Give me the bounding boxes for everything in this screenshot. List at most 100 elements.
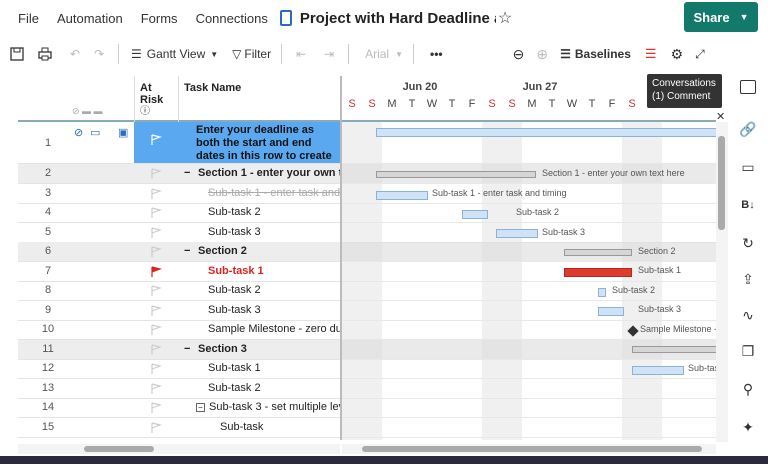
table-row[interactable]: 5 Sub-task 3 — [18, 223, 340, 243]
undo-icon[interactable]: ↶ — [66, 47, 84, 61]
at-risk-flag-icon[interactable] — [150, 266, 162, 278]
task-name-cell[interactable]: − Section 2 — [184, 245, 340, 257]
row-number[interactable]: 9 — [18, 304, 78, 316]
filter-button[interactable]: ▽ Filter — [232, 47, 271, 61]
task-name-cell[interactable]: Sample Milestone - zero duration — [208, 323, 340, 335]
zoom-in-icon[interactable]: ⊕ — [536, 46, 548, 63]
task-bar[interactable] — [462, 210, 488, 219]
section-bar[interactable] — [564, 249, 632, 256]
print-icon[interactable] — [36, 47, 54, 61]
expand-icon[interactable]: ⤢ — [695, 47, 705, 62]
task-name-cell[interactable]: Sub-task 2 — [208, 206, 340, 218]
task-name-cell[interactable]: Sub-task 1 - enter task and timing — [208, 187, 340, 199]
menu-connections[interactable]: Connections — [196, 11, 268, 26]
table-row[interactable]: 9 Sub-task 3 — [18, 301, 340, 321]
at-risk-flag-icon[interactable] — [150, 324, 162, 336]
publish-icon[interactable]: B↓ — [737, 194, 759, 216]
row-number[interactable]: 3 — [18, 187, 78, 199]
save-icon[interactable] — [8, 47, 26, 61]
table-row[interactable]: 1 ⊘ ▭ ▣ Enter your deadline as both the star… — [18, 122, 340, 175]
share-button[interactable]: Share ▼ — [684, 2, 758, 32]
at-risk-flag-icon[interactable] — [150, 383, 162, 395]
comment-icon[interactable]: ▭ — [90, 126, 100, 139]
collapse-icon[interactable]: − — [196, 403, 205, 413]
row-number[interactable]: 11 — [18, 343, 78, 355]
at-risk-flag-icon[interactable] — [150, 402, 162, 414]
table-row[interactable]: 8 Sub-task 2 — [18, 281, 340, 301]
table-row[interactable]: 12 Sub-task 1 — [18, 359, 340, 379]
task-bar[interactable] — [496, 229, 538, 238]
proofs-icon[interactable]: ▭ — [737, 156, 759, 178]
at-risk-flag-icon[interactable] — [150, 305, 162, 317]
table-row[interactable]: 7 Sub-task 1 — [18, 262, 340, 282]
attachment-icon[interactable]: ⊘ — [74, 126, 83, 139]
upload-icon[interactable]: ⇪ — [737, 268, 759, 290]
copy-icon[interactable]: ❐ — [737, 340, 759, 362]
deadline-bar[interactable] — [376, 128, 716, 137]
refresh-icon[interactable]: ↻ — [737, 232, 759, 254]
task-name-cell[interactable]: Sub-task 1 — [208, 265, 340, 277]
table-row[interactable]: 15 Sub-task — [18, 418, 340, 438]
sheet-title[interactable]: Project with Hard Deadline and — [300, 10, 496, 27]
conversations-icon[interactable] — [740, 80, 756, 94]
table-row[interactable]: 14 −Sub-task 3 - set multiple levels — [18, 398, 340, 418]
activity-icon[interactable]: ∿ — [737, 304, 759, 326]
grid-scroll-thumb[interactable] — [84, 446, 154, 452]
column-at-risk[interactable]: At Risk ⓘ — [140, 82, 176, 118]
row-number[interactable]: 12 — [18, 362, 78, 374]
menu-automation[interactable]: Automation — [57, 11, 123, 26]
task-name-cell[interactable]: Sub-task 2 — [208, 284, 340, 296]
outdent-icon[interactable]: ⇤ — [292, 47, 310, 61]
task-bar[interactable] — [598, 288, 606, 297]
attachment-icon[interactable]: 🔗 — [737, 118, 759, 140]
task-bar-critical[interactable] — [564, 268, 632, 277]
row-number[interactable]: 15 — [18, 421, 78, 433]
at-risk-flag-icon[interactable] — [150, 285, 162, 297]
gantt-view-dropdown[interactable]: ☰ Gantt View ▼ — [131, 47, 218, 61]
task-name-cell[interactable]: Sub-task 2 — [208, 382, 340, 394]
indent-icon[interactable]: ⇥ — [320, 47, 338, 61]
task-name-cell[interactable]: − Section 3 — [184, 343, 340, 355]
row-number[interactable]: 5 — [18, 226, 78, 238]
redo-icon[interactable]: ↷ — [90, 47, 108, 61]
task-name-cell[interactable]: Sub-task — [220, 421, 340, 433]
at-risk-flag-icon[interactable] — [150, 344, 162, 356]
collapse-icon[interactable]: − — [184, 245, 194, 257]
at-risk-flag-icon[interactable] — [150, 246, 162, 258]
collapse-icon[interactable]: − — [184, 343, 194, 355]
table-row[interactable]: 10 Sample Milestone - zero duration — [18, 320, 340, 340]
row-number[interactable]: 14 — [18, 401, 78, 413]
table-row[interactable]: 11 − Section 3 — [18, 340, 340, 360]
at-risk-flag-icon[interactable] — [150, 422, 162, 434]
task-bar[interactable] — [376, 191, 428, 200]
grid-horizontal-scrollbar[interactable] — [18, 444, 340, 454]
at-risk-flag-icon[interactable] — [150, 188, 162, 200]
baselines-button[interactable]: ☰ Baselines — [560, 47, 631, 61]
row-number[interactable]: 4 — [18, 206, 78, 218]
task-bar[interactable] — [598, 307, 624, 316]
table-row[interactable]: 6 − Section 2 — [18, 242, 340, 262]
task-name-cell[interactable]: −Section 1 - enter your own text here — [184, 167, 340, 179]
task-name-cell[interactable]: Sub-task 3 — [208, 226, 340, 238]
vertical-scroll-thumb[interactable] — [718, 136, 725, 230]
row-number[interactable]: 7 — [18, 265, 78, 277]
task-name-cell[interactable]: Sub-task 1 — [208, 362, 340, 374]
critical-path-icon[interactable]: ☰ — [645, 46, 657, 62]
table-row[interactable]: 4 Sub-task 2 — [18, 203, 340, 223]
at-risk-flag-icon[interactable] — [150, 227, 162, 239]
column-task-name[interactable]: Task Name — [184, 82, 241, 94]
task-name-cell[interactable]: Sub-task 3 — [208, 304, 340, 316]
zoom-out-icon[interactable]: ⊖ — [513, 46, 525, 63]
row-number[interactable]: 6 — [18, 245, 78, 257]
table-row[interactable]: 2 −Section 1 - enter your own text here — [18, 164, 340, 184]
at-risk-flag-icon[interactable] — [150, 363, 162, 375]
task-name-cell[interactable]: −Sub-task 3 - set multiple levels — [196, 401, 340, 413]
gantt-scroll-thumb[interactable] — [362, 446, 702, 452]
row-number[interactable]: 2 — [18, 167, 78, 179]
at-risk-flag-icon[interactable] — [150, 134, 162, 146]
more-button[interactable]: ••• — [430, 47, 443, 61]
task-bar[interactable] — [632, 366, 684, 375]
at-risk-flag-icon[interactable] — [150, 207, 162, 219]
connector-icon[interactable]: ⚲ — [737, 378, 759, 400]
table-row[interactable]: 3 Sub-task 1 - enter task and timing — [18, 184, 340, 204]
